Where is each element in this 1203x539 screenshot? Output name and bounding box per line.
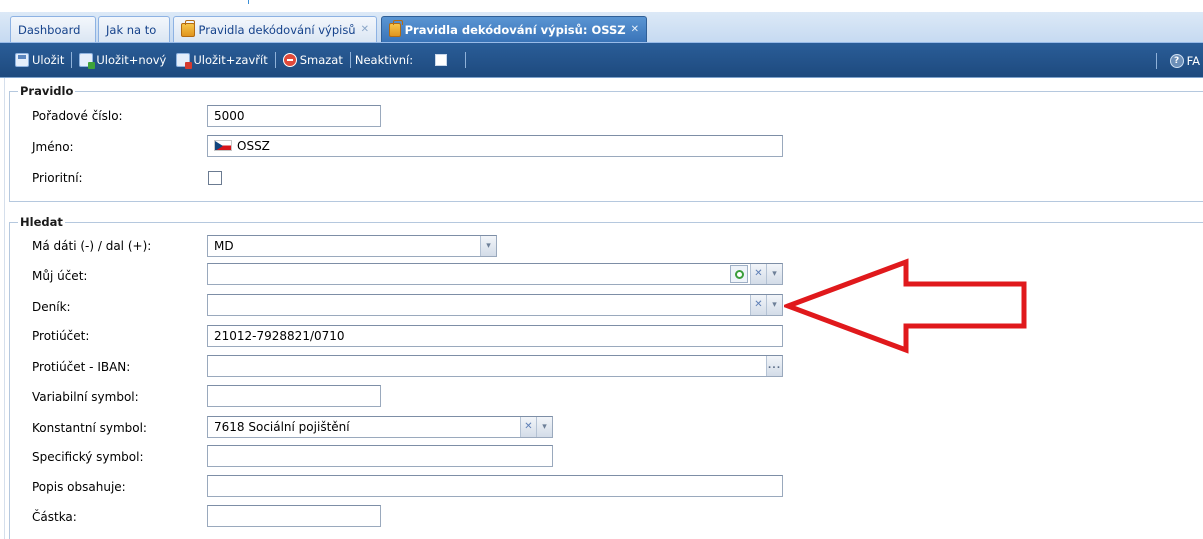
tab-jak-na-to[interactable]: Jak na to <box>98 16 170 42</box>
annotation-arrow-icon <box>784 258 1027 354</box>
delete-button[interactable]: Smazat <box>280 49 346 71</box>
journal-label: Deník: <box>32 300 71 314</box>
md-select[interactable]: MD ▾ <box>207 235 497 257</box>
counter-account-value: 21012-7928821/0710 <box>214 329 345 343</box>
description-field[interactable] <box>207 475 783 497</box>
folder-icon <box>389 19 403 37</box>
my-account-row: Můj účet: ✕ ▾ <box>0 262 800 290</box>
specific-symbol-label: Specifický symbol: <box>32 450 144 464</box>
counter-iban-field[interactable]: ... <box>207 355 783 377</box>
description-row: Popis obsahuje: <box>0 474 800 502</box>
save-close-icon <box>176 53 193 69</box>
toolbar: Uložit Uložit+nový Uložit+zavřít Smazat … <box>0 43 1203 78</box>
constant-symbol-label: Konstantní symbol: <box>32 421 147 435</box>
my-account-combo[interactable]: ✕ ▾ <box>207 263 783 285</box>
tab-label: Pravidla dekódování výpisů: OSSZ <box>404 22 626 37</box>
amount-row: Částka: <box>0 504 800 532</box>
save-close-button-label: Uložit+zavřít <box>193 53 268 67</box>
md-label: Má dáti (-) / dal (+): <box>32 239 152 253</box>
clear-icon[interactable]: ✕ <box>750 264 766 284</box>
chevron-down-icon[interactable]: ▾ <box>766 295 782 315</box>
counter-account-field[interactable]: 21012-7928821/0710 <box>207 325 783 347</box>
tab-strip: Dashboard Jak na to Pravidla dekódování … <box>0 12 1203 43</box>
help-icon: ? <box>1169 53 1184 68</box>
amount-field[interactable] <box>207 505 381 527</box>
chevron-down-icon[interactable]: ▾ <box>766 264 782 284</box>
name-row: Jméno: OSSZ <box>0 134 800 162</box>
specific-symbol-field[interactable] <box>207 445 553 467</box>
help-button-label: FA <box>1186 53 1200 68</box>
save-close-button[interactable]: Uložit+zavřít <box>173 49 270 71</box>
tab-dashboard[interactable]: Dashboard <box>10 16 96 42</box>
journal-row: Deník: ✕ ▾ <box>0 293 800 321</box>
clear-icon[interactable]: ✕ <box>520 417 536 437</box>
toolbar-separator <box>1155 52 1157 69</box>
counter-iban-row: Protiúčet - IBAN: ... <box>0 354 800 382</box>
order-field[interactable]: 5000 <box>207 105 381 127</box>
order-label: Pořadové číslo: <box>32 109 123 123</box>
variable-symbol-field[interactable] <box>207 385 381 407</box>
order-value: 5000 <box>214 109 245 123</box>
add-icon[interactable] <box>730 265 748 283</box>
toolbar-right: ? FA <box>1152 43 1203 78</box>
delete-button-label: Smazat <box>299 53 343 67</box>
constant-symbol-row: Konstantní symbol: 7618 Sociální pojiště… <box>0 415 800 443</box>
tab-close-icon[interactable]: ✕ <box>361 24 369 35</box>
clear-icon[interactable]: ✕ <box>750 295 766 315</box>
tab-pravidla-ossz[interactable]: Pravidla dekódování výpisů: OSSZ ✕ <box>381 16 647 42</box>
save-icon <box>15 53 29 67</box>
save-button-label: Uložit <box>32 53 65 67</box>
folder-icon <box>181 19 195 37</box>
md-value: MD <box>214 239 234 253</box>
save-button[interactable]: Uložit <box>12 49 67 71</box>
counter-iban-label: Protiúčet - IBAN: <box>32 360 131 374</box>
flag-cz-icon <box>214 140 232 151</box>
tab-close-icon[interactable]: ✕ <box>631 24 639 35</box>
search-group-legend: Hledat <box>20 215 63 229</box>
cropped-text-fragment <box>248 0 254 4</box>
toolbar-separator <box>71 52 73 68</box>
name-label: Jméno: <box>32 140 74 154</box>
ellipsis-icon[interactable]: ... <box>766 356 782 376</box>
top-fragment <box>0 0 1203 12</box>
counter-account-label: Protiúčet: <box>32 329 90 343</box>
save-new-icon <box>79 53 96 69</box>
md-row: Má dáti (-) / dal (+): MD ▾ <box>0 234 800 262</box>
rule-group-legend: Pravidlo <box>20 84 74 98</box>
variable-symbol-row: Variabilní symbol: <box>0 384 800 412</box>
description-label: Popis obsahuje: <box>32 480 126 494</box>
priority-checkbox[interactable] <box>208 171 222 185</box>
help-button[interactable]: ? FA <box>1167 50 1203 72</box>
variable-symbol-label: Variabilní symbol: <box>32 390 139 404</box>
counter-account-row: Protiúčet: 21012-7928821/0710 <box>0 324 800 352</box>
chevron-down-icon[interactable]: ▾ <box>480 236 496 256</box>
journal-combo[interactable]: ✕ ▾ <box>207 294 783 316</box>
name-field[interactable]: OSSZ <box>207 135 783 157</box>
tab-label: Pravidla dekódování výpisů <box>198 22 356 37</box>
inactive-checkbox[interactable] <box>435 54 448 66</box>
specific-symbol-row: Specifický symbol: <box>0 444 800 472</box>
tab-label: Jak na to <box>106 22 157 37</box>
amount-label: Částka: <box>32 510 77 524</box>
save-new-button[interactable]: Uložit+nový <box>76 49 169 71</box>
constant-symbol-value: 7618 Sociální pojištění <box>214 420 350 434</box>
toolbar-separator <box>274 52 276 68</box>
order-row: Pořadové číslo: 5000 <box>0 104 800 132</box>
priority-row: Prioritní: <box>0 167 800 195</box>
toolbar-separator <box>349 52 351 68</box>
toolbar-separator <box>465 52 467 68</box>
inactive-label: Neaktivní: <box>354 53 414 67</box>
tab-label: Dashboard <box>18 22 81 37</box>
add-circle-glyph <box>735 270 744 279</box>
tab-pravidla-dekodovani[interactable]: Pravidla dekódování výpisů ✕ <box>173 16 377 42</box>
save-new-button-label: Uložit+nový <box>96 53 167 67</box>
delete-icon <box>282 53 297 67</box>
priority-label: Prioritní: <box>32 171 83 185</box>
constant-symbol-combo[interactable]: 7618 Sociální pojištění ✕ ▾ <box>207 416 553 438</box>
annotation-arrow-shape <box>784 258 1027 354</box>
my-account-label: Můj účet: <box>32 269 88 283</box>
chevron-down-icon[interactable]: ▾ <box>536 417 552 437</box>
name-value: OSSZ <box>237 139 270 153</box>
